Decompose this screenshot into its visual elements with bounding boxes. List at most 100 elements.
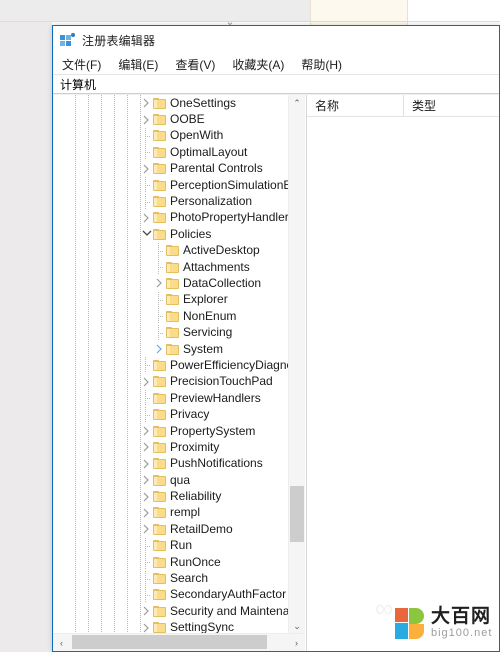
tree-item[interactable]: Search [53,570,305,587]
tree-item[interactable]: Personalization [53,193,305,210]
tree-item[interactable]: Servicing [53,324,305,341]
folder-icon [153,359,166,371]
column-header-name[interactable]: 名称 [307,95,404,116]
tree-item[interactable]: PhotoPropertyHandler [53,210,305,226]
chevron-right-icon[interactable] [140,376,152,388]
values-list-body[interactable] [307,117,499,651]
tree-elbow-connector [140,586,152,603]
menu-help[interactable]: 帮助(H) [301,56,342,73]
horizontal-scroll-track[interactable] [70,634,288,651]
folder-icon [153,376,166,388]
chevron-right-icon[interactable] [140,507,152,519]
menu-bar: 文件(F) 编辑(E) 查看(V) 收藏夹(A) 帮助(H) [53,54,499,74]
tree-item[interactable]: System [53,341,305,357]
folder-icon [153,179,166,191]
menu-view[interactable]: 查看(V) [175,56,215,73]
tree-item[interactable]: Explorer [53,291,305,308]
registry-tree[interactable]: OneSettings OOBE OpenWith OptimalLayout Pare… [53,95,305,651]
vertical-scroll-thumb[interactable] [290,486,304,542]
tree-horizontal-scrollbar[interactable]: ‹ › [53,633,305,651]
folder-icon [153,605,166,617]
chevron-right-icon[interactable] [140,114,152,126]
folder-icon [153,130,166,142]
chevron-right-icon[interactable] [140,97,152,109]
tree-item[interactable]: rempl [53,505,305,521]
values-list-pane[interactable]: 名称 类型 [306,95,499,651]
tree-item-label: Servicing [183,325,233,340]
folder-icon [153,556,166,568]
tree-item[interactable]: Reliability [53,488,305,504]
folder-icon [153,146,166,158]
tree-vertical-scrollbar[interactable]: ⌃ ⌄ [288,95,305,634]
chevron-right-icon[interactable] [153,343,165,355]
tree-item[interactable]: Parental Controls [53,161,305,177]
tree-item-label: PowerEfficiencyDiagnostics [170,357,306,372]
chevron-right-icon[interactable] [140,605,152,617]
background-tab-underline [0,21,500,22]
folder-icon [166,277,179,289]
tree-item[interactable]: PerceptionSimulationExtens [53,177,306,194]
scroll-left-icon[interactable]: ‹ [53,634,70,651]
chevron-right-icon[interactable] [140,441,152,453]
tree-item-label: OneSettings [170,95,237,110]
menu-favorites[interactable]: 收藏夹(A) [232,56,284,73]
tree-elbow-connector [140,570,152,587]
chevron-right-icon[interactable] [140,523,152,535]
tree-item[interactable]: PreviewHandlers [53,390,305,407]
tree-item[interactable]: OneSettings [53,95,305,111]
tree-item-label: Parental Controls [170,161,263,176]
folder-icon [153,622,166,634]
background-toolbar-strip [0,0,310,22]
chevron-right-icon[interactable] [140,491,152,503]
tree-item[interactable]: NonEnum [53,308,305,325]
tree-item[interactable]: PropertySystem [53,423,305,439]
tree-item-label: Security and Maintenance [170,603,306,618]
folder-icon [153,491,166,503]
chevron-right-icon[interactable] [140,622,152,634]
tree-elbow-connector [140,357,152,374]
scroll-up-icon[interactable]: ⌃ [289,95,305,111]
watermark-title: 大百网 [431,606,492,627]
tree-item[interactable]: OptimalLayout [53,144,305,161]
vertical-scroll-track[interactable] [289,111,305,618]
tree-item[interactable]: ActiveDesktop [53,242,305,259]
tree-item[interactable]: Attachments [53,259,305,276]
tree-item[interactable]: OOBE [53,111,305,127]
tree-item[interactable]: OpenWith [53,127,305,144]
tree-item[interactable]: Policies [53,226,305,242]
address-bar-value: 计算机 [60,77,97,92]
tree-item[interactable]: RunOnce [53,554,305,571]
big100-logo-icon [395,607,425,639]
tree-item-label: OpenWith [170,128,224,143]
chevron-right-icon[interactable] [140,474,152,486]
horizontal-scroll-thumb[interactable] [72,635,267,649]
tree-item-label: PerceptionSimulationExtens [170,177,306,192]
chevron-down-icon[interactable] [140,228,152,240]
scroll-down-icon[interactable]: ⌄ [289,618,305,634]
column-header-type[interactable]: 类型 [404,95,499,116]
tree-item[interactable]: SecondaryAuthFactor [53,586,305,603]
tree-item[interactable]: Security and Maintenance [53,603,305,619]
tree-item[interactable]: Privacy [53,406,305,423]
menu-file[interactable]: 文件(F) [62,56,101,73]
tree-item-label: Explorer [183,292,228,307]
tree-item[interactable]: PushNotifications [53,456,305,472]
background-left-strip [0,22,52,652]
tree-item[interactable]: PrecisionTouchPad [53,374,305,390]
tree-item[interactable]: RetailDemo [53,521,305,537]
tree-item[interactable]: qua [53,472,305,488]
chevron-right-icon[interactable] [140,458,152,470]
scroll-right-icon[interactable]: › [288,634,305,651]
chevron-right-icon[interactable] [153,277,165,289]
tree-item[interactable]: PowerEfficiencyDiagnostics [53,357,306,374]
menu-edit[interactable]: 编辑(E) [118,56,158,73]
tree-item[interactable]: DataCollection [53,275,305,291]
tree-item[interactable]: Run [53,537,305,554]
tree-item[interactable]: Proximity [53,439,305,455]
address-bar[interactable]: 计算机 [53,74,499,94]
chevron-right-icon[interactable] [140,163,152,175]
tree-item-label: OOBE [170,112,205,127]
registry-tree-pane[interactable]: OneSettings OOBE OpenWith OptimalLayout Pare… [53,95,306,651]
chevron-right-icon[interactable] [140,212,152,224]
chevron-right-icon[interactable] [140,425,152,437]
